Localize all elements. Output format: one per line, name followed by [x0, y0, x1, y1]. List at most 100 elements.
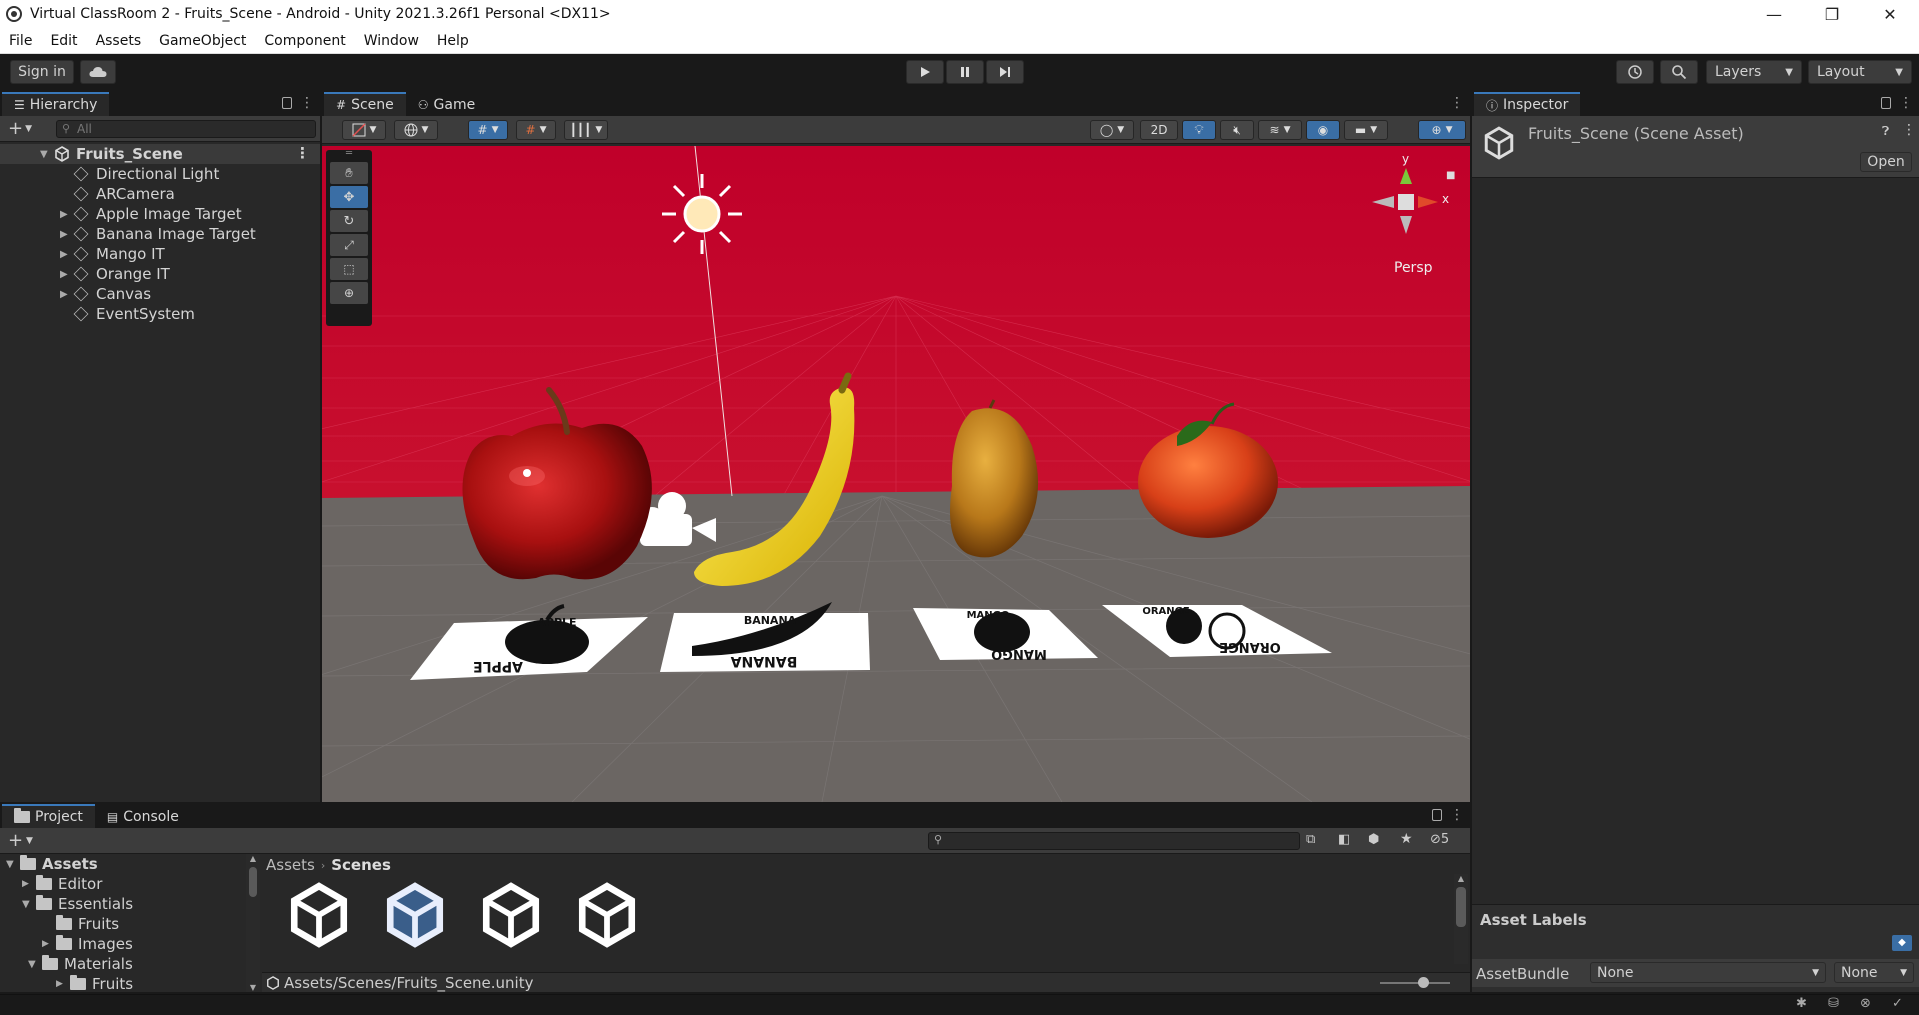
scroll-up-icon[interactable]: ▲: [1454, 874, 1468, 883]
scene-viewport[interactable]: APPLE APPLE BANANA BANANA MANGO MANGO OR…: [322, 146, 1470, 802]
label-tag-icon[interactable]: ⬢: [1368, 832, 1379, 847]
minimize-button[interactable]: —: [1745, 0, 1803, 28]
search-by-type-icon[interactable]: ⧉: [1306, 832, 1315, 847]
hierarchy-item[interactable]: ▶ Canvas: [0, 284, 320, 304]
scale-tool-button[interactable]: ⤢: [330, 234, 368, 256]
unity-scene-asset-icon[interactable]: [478, 882, 544, 948]
sign-in-button[interactable]: Sign in: [10, 60, 74, 84]
move-tool-button[interactable]: ✥: [330, 186, 368, 208]
expand-arrow-icon[interactable]: ▶: [60, 269, 74, 280]
rect-tool-button[interactable]: ⬚: [330, 258, 368, 280]
tab-console[interactable]: ▤ Console: [94, 804, 191, 828]
menu-help[interactable]: Help: [428, 28, 478, 54]
unity-scene-asset-icon[interactable]: [574, 882, 640, 948]
orientation-gizmo[interactable]: y x ■ Persp: [1358, 152, 1462, 276]
hierarchy-item[interactable]: ▶ Orange IT: [0, 264, 320, 284]
expand-arrow-icon[interactable]: ▶: [42, 939, 56, 949]
tab-project[interactable]: Project: [2, 804, 95, 828]
rotate-tool-button[interactable]: ↻: [330, 210, 368, 232]
folder-row-fruits[interactable]: Fruits: [0, 914, 247, 934]
unity-scene-asset-icon[interactable]: [286, 882, 352, 948]
step-button[interactable]: [986, 60, 1024, 84]
scrollbar-thumb[interactable]: [1456, 887, 1466, 927]
expand-arrow-icon[interactable]: ▼: [40, 149, 54, 160]
close-button[interactable]: ✕: [1861, 0, 1919, 28]
filter-icon[interactable]: ◧: [1338, 832, 1350, 847]
camera-settings-button[interactable]: ▬ ▼: [1344, 120, 1388, 140]
visibility-toggle-button[interactable]: ◉: [1306, 120, 1340, 140]
network-icon[interactable]: ⊗: [1860, 996, 1871, 1011]
play-button[interactable]: [906, 60, 944, 84]
undo-history-button[interactable]: [1616, 60, 1654, 84]
effects-button[interactable]: ◯ ▼: [1090, 120, 1134, 140]
asset-variant-dropdown[interactable]: None ▼: [1834, 962, 1914, 983]
help-icon[interactable]: ❓︎: [1882, 124, 1889, 139]
hierarchy-item[interactable]: ▶ Apple Image Target: [0, 204, 320, 224]
expand-arrow-icon[interactable]: ▶: [56, 979, 70, 989]
layers-dropdown[interactable]: Layers ▼: [1706, 60, 1802, 84]
hierarchy-search-input[interactable]: ⚲ All: [56, 120, 316, 138]
menu-component[interactable]: Component: [255, 28, 354, 54]
expand-arrow-icon[interactable]: ▼: [28, 959, 42, 970]
scene-root-row[interactable]: ▼ Fruits_Scene ⋮: [0, 144, 320, 164]
unity-scene-asset-icon[interactable]: [382, 882, 448, 948]
tab-hierarchy[interactable]: ☰ Hierarchy: [2, 92, 110, 116]
lighting-toggle-button[interactable]: 💡︎: [1182, 120, 1216, 140]
project-search-input[interactable]: ⚲: [928, 832, 1300, 850]
expand-arrow-icon[interactable]: ▶: [60, 249, 74, 260]
tab-scene[interactable]: # Scene: [324, 92, 406, 116]
projection-label[interactable]: Persp: [1394, 260, 1433, 276]
expand-arrow-icon[interactable]: ▶: [60, 289, 74, 300]
draw-mode-button[interactable]: ▼: [342, 120, 386, 140]
menu-window[interactable]: Window: [355, 28, 428, 54]
lock-icon[interactable]: [1881, 97, 1891, 109]
expand-arrow-icon[interactable]: ▶: [60, 209, 74, 220]
more-options-icon[interactable]: ⋮: [1902, 122, 1916, 138]
lock-icon[interactable]: [282, 97, 292, 109]
hierarchy-item[interactable]: Directional Light: [0, 164, 320, 184]
menu-file[interactable]: File: [0, 28, 41, 54]
more-options-icon[interactable]: ⋮: [1450, 95, 1464, 111]
drag-handle[interactable]: ═: [326, 149, 372, 160]
fx-toggle-button[interactable]: ≋ ▼: [1258, 120, 1302, 140]
lock-icon[interactable]: ■: [1446, 170, 1455, 181]
tag-icon[interactable]: ◆: [1892, 935, 1912, 951]
hierarchy-item[interactable]: EventSystem: [0, 304, 320, 324]
menu-edit[interactable]: Edit: [41, 28, 86, 54]
asset-grid-scrollbar[interactable]: ▲: [1454, 874, 1468, 964]
chevron-down-icon[interactable]: ▼: [25, 124, 32, 134]
folder-row-materials-fruits[interactable]: ▶ Fruits: [0, 974, 247, 992]
hand-tool-button[interactable]: ✋︎: [330, 162, 368, 184]
scroll-down-icon[interactable]: ▼: [246, 983, 260, 992]
folder-row-essentials[interactable]: ▼ Essentials: [0, 894, 247, 914]
folder-row-assets[interactable]: ▼ Assets: [0, 854, 247, 874]
restore-button[interactable]: ❐: [1803, 0, 1861, 28]
hierarchy-item[interactable]: ▶ Mango IT: [0, 244, 320, 264]
expand-arrow-icon[interactable]: ▶: [60, 229, 74, 240]
hidden-packages-icon[interactable]: ⊘5: [1430, 832, 1449, 847]
folder-row-materials[interactable]: ▼ Materials: [0, 954, 247, 974]
gizmos-button[interactable]: ⊕ ▼: [1418, 120, 1466, 140]
more-options-icon[interactable]: ⋮: [295, 144, 310, 162]
cloud-button[interactable]: [80, 60, 116, 84]
icon-size-slider[interactable]: [1380, 977, 1450, 988]
hierarchy-item[interactable]: ARCamera: [0, 184, 320, 204]
increment-snap-button[interactable]: ┃┃┃ ▼: [564, 120, 608, 140]
more-options-icon[interactable]: ⋮: [1450, 807, 1464, 823]
menu-gameobject[interactable]: GameObject: [150, 28, 255, 54]
search-button[interactable]: [1660, 60, 1698, 84]
cache-icon[interactable]: ⛁: [1828, 996, 1839, 1011]
folder-row-editor[interactable]: ▶ Editor: [0, 874, 247, 894]
more-options-icon[interactable]: ⋮: [300, 95, 314, 111]
favorite-star-icon[interactable]: ★: [1400, 831, 1413, 847]
expand-arrow-icon[interactable]: ▼: [22, 899, 36, 910]
layout-dropdown[interactable]: Layout ▼: [1808, 60, 1912, 84]
asset-bundle-dropdown[interactable]: None ▼: [1590, 962, 1826, 983]
more-options-icon[interactable]: ⋮: [1899, 95, 1913, 111]
snap-button[interactable]: # ▼: [516, 120, 556, 140]
breadcrumb-scenes[interactable]: Scenes: [331, 856, 391, 874]
chevron-down-icon[interactable]: ▼: [26, 836, 33, 846]
folder-tree-scrollbar[interactable]: ▲ ▼: [246, 854, 260, 992]
audio-toggle-button[interactable]: 🔇︎: [1220, 120, 1254, 140]
breadcrumb-assets[interactable]: Assets: [266, 856, 315, 874]
